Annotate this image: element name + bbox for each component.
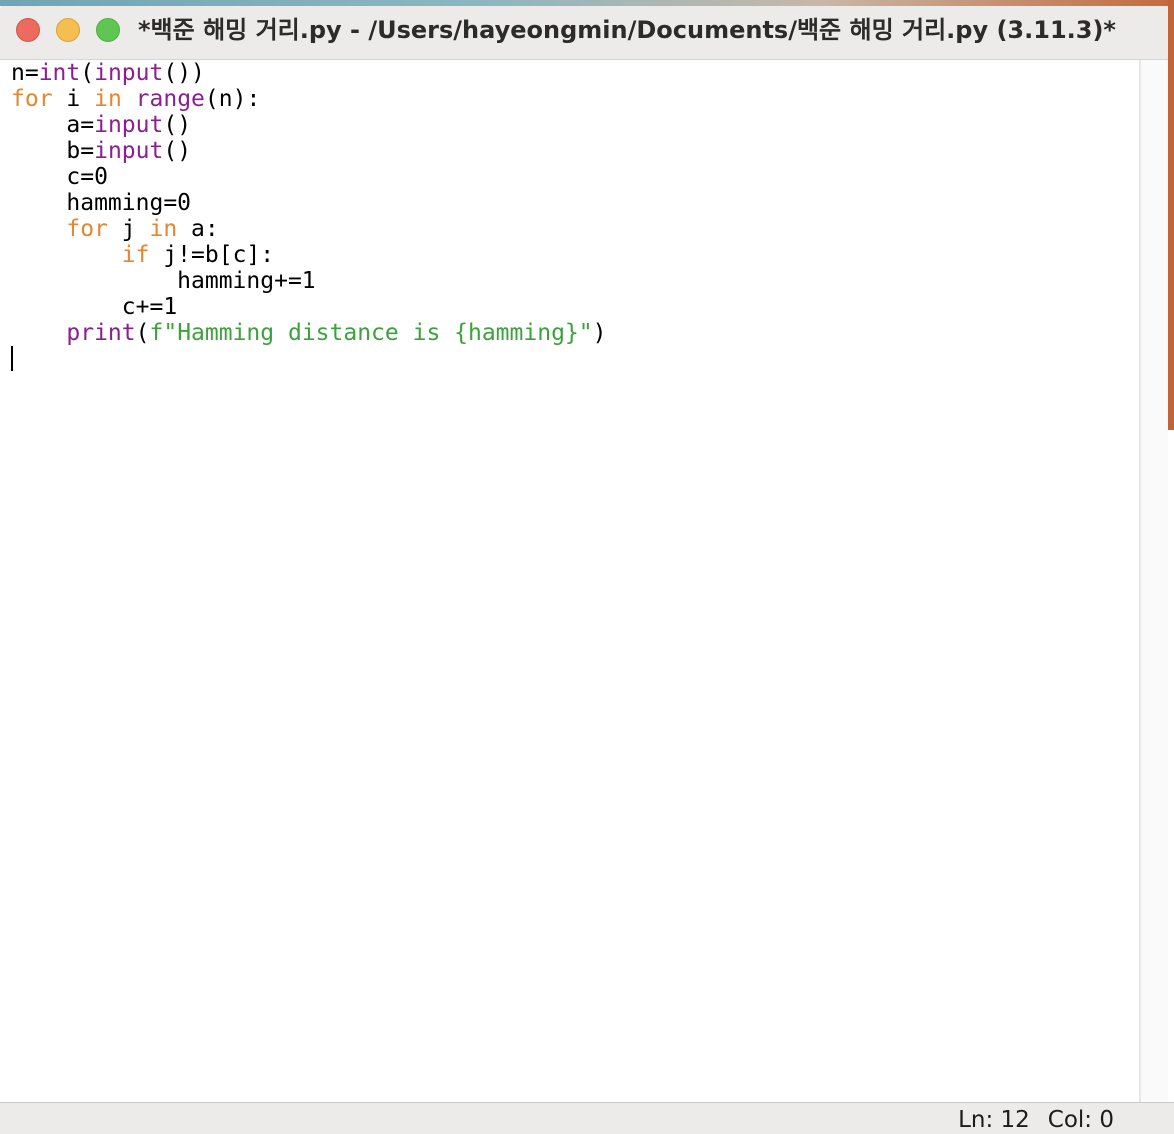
cursor-position: Ln: 12 Col: 0 bbox=[940, 1107, 1114, 1133]
code-token: () bbox=[163, 138, 192, 164]
code-line[interactable]: hamming+=1 bbox=[11, 268, 606, 294]
code-token: in bbox=[149, 216, 178, 242]
code-line[interactable]: c+=1 bbox=[11, 294, 606, 320]
code-token: for bbox=[66, 216, 108, 242]
status-line-number: Ln: 12 bbox=[958, 1107, 1030, 1133]
code-token: hamming=0 bbox=[11, 190, 192, 216]
code-token: () bbox=[163, 112, 192, 138]
code-line[interactable]: for j in a: bbox=[11, 216, 606, 242]
code-token: print bbox=[66, 320, 136, 346]
status-bar: Ln: 12 Col: 0 bbox=[0, 1102, 1174, 1134]
code-token: n= bbox=[11, 60, 39, 86]
code-token: ( bbox=[135, 320, 150, 346]
code-token: i bbox=[52, 86, 95, 112]
code-token: b= bbox=[11, 138, 95, 164]
window-title: *백준 해밍 거리.py - /Users/hayeongmin/Documen… bbox=[138, 16, 1116, 44]
code-line[interactable]: c=0 bbox=[11, 164, 606, 190]
code-token: for bbox=[11, 86, 53, 112]
code-line[interactable]: b=input() bbox=[11, 138, 606, 164]
code-token: (n): bbox=[204, 86, 261, 112]
code-editor[interactable]: n=int(input()) for i in range(n): a=input… bbox=[0, 60, 1140, 1102]
code-line[interactable]: a=input() bbox=[11, 112, 606, 138]
code-token: hamming+=1 bbox=[11, 268, 316, 294]
code-token: j bbox=[107, 216, 150, 242]
code-token: a= bbox=[11, 112, 95, 138]
desktop-background-edge bbox=[1168, 0, 1174, 430]
code-token: ( bbox=[80, 60, 95, 86]
zoom-window-button[interactable] bbox=[96, 18, 120, 42]
code-token: input bbox=[94, 60, 164, 86]
code-line[interactable]: hamming=0 bbox=[11, 190, 606, 216]
code-token: ()) bbox=[163, 60, 205, 86]
code-token: j!=b[c]: bbox=[149, 242, 275, 268]
text-cursor bbox=[11, 346, 13, 371]
code-line[interactable]: n=int(input()) bbox=[11, 60, 606, 86]
minimize-window-button[interactable] bbox=[56, 18, 80, 42]
code-token: input bbox=[94, 112, 164, 138]
code-token: in bbox=[94, 86, 122, 112]
status-column-number: Col: 0 bbox=[1047, 1107, 1114, 1133]
code-token: c+=1 bbox=[11, 294, 178, 320]
title-bar[interactable]: *백준 해밍 거리.py - /Users/hayeongmin/Documen… bbox=[0, 0, 1174, 60]
idle-editor-window: *백준 해밍 거리.py - /Users/hayeongmin/Documen… bbox=[0, 0, 1174, 1134]
code-token: int bbox=[38, 60, 81, 86]
desktop-background-strip bbox=[0, 0, 1174, 6]
code-line[interactable]: for i in range(n): bbox=[11, 86, 606, 112]
code-token: if bbox=[121, 242, 150, 268]
code-token: f"Hamming distance is {hamming}" bbox=[149, 320, 593, 346]
code-line[interactable]: if j!=b[c]: bbox=[11, 242, 606, 268]
code-token: ) bbox=[592, 320, 607, 346]
close-window-button[interactable] bbox=[16, 18, 40, 42]
code-line[interactable]: print(f"Hamming distance is {hamming}") bbox=[11, 320, 606, 346]
code-token: range bbox=[135, 86, 205, 112]
code-token: input bbox=[94, 138, 164, 164]
code-text[interactable]: n=int(input()) for i in range(n): a=input… bbox=[11, 60, 606, 346]
code-token: a: bbox=[177, 216, 219, 242]
vertical-scrollbar[interactable] bbox=[1140, 60, 1168, 1102]
code-token: c=0 bbox=[11, 164, 108, 190]
